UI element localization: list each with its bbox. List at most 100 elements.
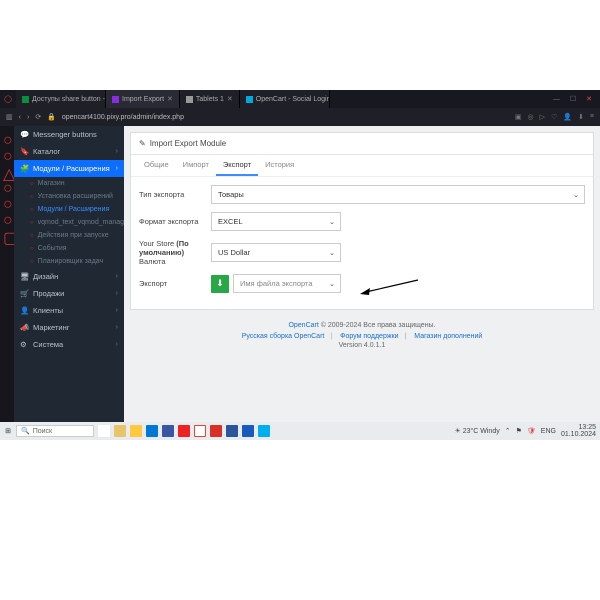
browser-addressbar: ▥ ‹ › ⟳ 🔒 opencart4100.pixy.pro/admin/in… bbox=[0, 108, 600, 126]
sidebar-sub-cron[interactable]: ○Планировщик задач bbox=[14, 255, 124, 268]
close-icon[interactable]: ✕ bbox=[167, 95, 173, 103]
taskbar-app-icon[interactable] bbox=[162, 425, 174, 437]
chevron-right-icon: › bbox=[116, 341, 118, 348]
heart-icon[interactable]: ♡ bbox=[551, 113, 557, 121]
taskbar-app-icon[interactable] bbox=[114, 425, 126, 437]
browser-titlebar: ◯ Доступы share button - G…✕ Import Expo… bbox=[0, 90, 600, 108]
export-format-select[interactable]: EXCEL⌄ bbox=[211, 212, 341, 231]
sidebar-item-messenger[interactable]: 💬Messenger buttons bbox=[14, 126, 124, 143]
sidebar-item-design[interactable]: 🖥Дизайн› bbox=[14, 268, 124, 285]
tray-icon[interactable]: ⌃ bbox=[505, 427, 511, 435]
footer-link[interactable]: Магазин дополнений bbox=[414, 333, 482, 340]
sidebar-sub-events[interactable]: ○События bbox=[14, 242, 124, 255]
opencart-link[interactable]: OpenCart bbox=[288, 322, 318, 329]
rail-icon[interactable]: ▢ bbox=[3, 228, 11, 236]
taskbar-app-icon[interactable] bbox=[226, 425, 238, 437]
close-window-icon[interactable]: ✕ bbox=[586, 95, 592, 103]
chevron-right-icon: › bbox=[116, 290, 118, 297]
sidebar-item-extensions[interactable]: 🧩Модули / Расширения› bbox=[14, 160, 124, 177]
reload-icon[interactable]: ⟳ bbox=[35, 113, 41, 121]
store-currency-select[interactable]: US Dollar⌄ bbox=[211, 243, 341, 262]
taskbar-app-icon[interactable] bbox=[258, 425, 270, 437]
rail-icon[interactable]: ○ bbox=[3, 132, 11, 140]
sidebar-toggle-icon[interactable]: ▥ bbox=[6, 113, 13, 121]
main-content: ✎ Import Export Module Общие Импорт Эксп… bbox=[124, 126, 600, 422]
taskbar-app-icon[interactable] bbox=[146, 425, 158, 437]
favicon-icon bbox=[186, 96, 193, 103]
windows-taskbar: ⊞ 🔍Поиск ☀ 23°C Windy ⌃ ⚑ 🛡 ENG 13:25 01… bbox=[0, 422, 600, 440]
download-icon[interactable]: ⬇ bbox=[578, 113, 584, 121]
taskbar-apps bbox=[94, 425, 274, 437]
browser-logo-icon: ◯ bbox=[0, 90, 16, 108]
tab-history[interactable]: История bbox=[258, 155, 301, 176]
page-footer: OpenCart © 2009-2024 Все права защищены.… bbox=[130, 310, 594, 353]
tray-icon[interactable]: 🛡 bbox=[527, 427, 536, 435]
browser-tab[interactable]: Доступы share button - G…✕ bbox=[16, 90, 106, 108]
language-indicator[interactable]: ENG bbox=[541, 428, 556, 435]
version-text: Version 4.0.1.1 bbox=[130, 342, 594, 349]
sidebar-sub-installer[interactable]: ○Установка расширений bbox=[14, 190, 124, 203]
browser-tab[interactable]: Import Export✕ bbox=[106, 90, 180, 108]
tab-import[interactable]: Импорт bbox=[176, 155, 216, 176]
sidebar-item-sales[interactable]: 🛒Продажи› bbox=[14, 285, 124, 302]
taskbar-app-icon[interactable] bbox=[194, 425, 206, 437]
rail-icon[interactable]: ○ bbox=[3, 196, 11, 204]
panel-header: ✎ Import Export Module bbox=[131, 133, 593, 155]
close-icon[interactable]: ✕ bbox=[227, 95, 233, 103]
menu-icon[interactable]: ≡ bbox=[590, 113, 594, 121]
taskbar-app-icon[interactable] bbox=[98, 425, 110, 437]
rail-icon[interactable]: ○ bbox=[3, 212, 11, 220]
export-filename-input[interactable]: Имя файла экспорта⌄ bbox=[233, 274, 341, 293]
cart-icon: 🛒 bbox=[20, 289, 28, 298]
sidebar-item-system[interactable]: ⚙Система› bbox=[14, 336, 124, 353]
export-action-label: Экспорт bbox=[139, 279, 211, 288]
tag-icon: 🔖 bbox=[20, 147, 28, 156]
taskbar-app-icon[interactable] bbox=[210, 425, 222, 437]
chevron-down-icon: ⌄ bbox=[329, 280, 335, 288]
rail-icon[interactable]: ○ bbox=[3, 180, 11, 188]
rail-icon[interactable]: △ bbox=[3, 164, 11, 172]
url-input[interactable]: opencart4100.pixy.pro/admin/index.php bbox=[62, 114, 509, 121]
sidebar-sub-marketplace[interactable]: ○Магазин bbox=[14, 177, 124, 190]
download-button[interactable]: ⬇ bbox=[211, 275, 229, 293]
chevron-down-icon: ⌄ bbox=[329, 218, 335, 226]
footer-link[interactable]: Русская сборка OpenCart bbox=[242, 333, 325, 340]
taskbar-app-icon[interactable] bbox=[242, 425, 254, 437]
ext-icon[interactable]: ◎ bbox=[528, 113, 534, 121]
ext-icon[interactable]: ▣ bbox=[515, 113, 522, 121]
user-icon[interactable]: 👤 bbox=[563, 113, 572, 121]
footer-link[interactable]: Форум поддержки bbox=[340, 333, 398, 340]
start-button[interactable]: ⊞ bbox=[0, 427, 16, 435]
taskbar-search[interactable]: 🔍Поиск bbox=[16, 425, 94, 437]
sidebar-item-customers[interactable]: 👤Клиенты› bbox=[14, 302, 124, 319]
chevron-down-icon: ⌄ bbox=[329, 249, 335, 257]
rail-icon[interactable]: ○ bbox=[3, 148, 11, 156]
sidebar-item-catalog[interactable]: 🔖Каталог› bbox=[14, 143, 124, 160]
forward-icon[interactable]: › bbox=[27, 114, 29, 121]
share-icon: 📣 bbox=[20, 323, 28, 332]
maximize-icon[interactable]: ☐ bbox=[570, 95, 576, 103]
browser-tab[interactable]: Tablets 1✕ bbox=[180, 90, 240, 108]
taskbar-app-icon[interactable] bbox=[130, 425, 142, 437]
minimize-icon[interactable]: — bbox=[553, 96, 560, 103]
tab-export[interactable]: Экспорт bbox=[216, 155, 258, 176]
taskbar-clock[interactable]: 13:25 01.10.2024 bbox=[561, 424, 596, 438]
sidebar-sub-vqmod[interactable]: ○vqmod_text_vqmod_manager bbox=[14, 216, 124, 229]
export-type-select[interactable]: Товары⌄ bbox=[211, 185, 585, 204]
taskbar-app-icon[interactable] bbox=[178, 425, 190, 437]
browser-tab[interactable]: OpenCart - Social Login (f…✕ bbox=[240, 90, 330, 108]
favicon-icon bbox=[246, 96, 253, 103]
pencil-icon: ✎ bbox=[139, 139, 146, 148]
sidebar-item-marketing[interactable]: 📣Маркетинг› bbox=[14, 319, 124, 336]
export-type-label: Тип экспорта bbox=[139, 190, 211, 199]
weather-widget[interactable]: ☀ 23°C Windy bbox=[454, 427, 499, 435]
sidebar-sub-startup[interactable]: ○Действия при запуске bbox=[14, 229, 124, 242]
panel-tabs: Общие Импорт Экспорт История bbox=[131, 155, 593, 177]
tab-general[interactable]: Общие bbox=[137, 155, 176, 176]
ext-icon[interactable]: ▷ bbox=[540, 113, 545, 121]
back-icon[interactable]: ‹ bbox=[19, 114, 21, 121]
sidebar-sub-extensions[interactable]: ○Модули / Расширения bbox=[14, 203, 124, 216]
admin-sidebar: 💬Messenger buttons 🔖Каталог› 🧩Модули / Р… bbox=[14, 126, 124, 422]
chevron-right-icon: › bbox=[116, 273, 118, 280]
tray-icon[interactable]: ⚑ bbox=[516, 427, 522, 435]
